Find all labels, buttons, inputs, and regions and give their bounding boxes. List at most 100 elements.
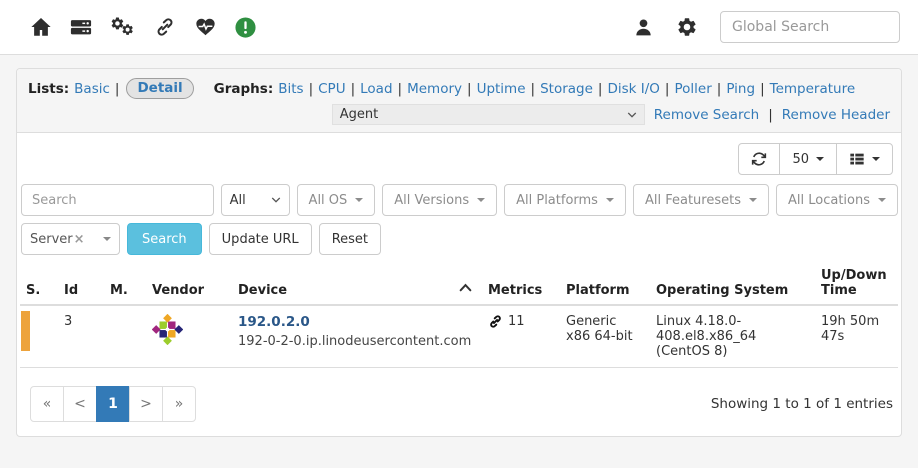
pager: « < 1 > » <box>30 386 196 422</box>
table-toolbar: 50 <box>20 143 893 175</box>
sort-asc-icon[interactable] <box>459 281 472 296</box>
chevron-down-icon <box>271 196 281 204</box>
metrics-link-icon[interactable] <box>488 314 503 329</box>
filter-row-2: Server× Search Update URL Reset <box>21 223 898 255</box>
maintenance-cell <box>102 305 144 368</box>
remove-header-link[interactable]: Remove Header <box>782 107 890 123</box>
services-cogs-icon[interactable] <box>110 16 136 38</box>
toolbar-button-group: 50 <box>738 143 893 175</box>
col-header-platform[interactable]: Platform <box>558 262 648 305</box>
status-warning-bar <box>21 311 30 351</box>
settings-gear-icon[interactable] <box>676 16 698 38</box>
caret-down-icon <box>477 198 485 202</box>
col-header-vendor[interactable]: Vendor <box>144 262 230 305</box>
pagination-row: « < 1 > » Showing 1 to 1 of 1 entries <box>30 386 893 422</box>
col-header-metrics[interactable]: Metrics <box>480 262 558 305</box>
graphs-label: Graphs: <box>214 81 274 97</box>
metrics-count[interactable]: 11 <box>508 314 525 329</box>
global-search-input[interactable] <box>720 11 900 43</box>
devices-table: S. Id M. Vendor Device Metrics Platform … <box>20 262 898 368</box>
devices-rack-icon[interactable] <box>69 16 93 38</box>
col-header-updown[interactable]: Up/Down Time <box>813 262 898 305</box>
metrics-cell: 11 <box>480 305 558 368</box>
graph-link-poller[interactable]: Poller <box>674 81 711 97</box>
platforms-filter-dropdown[interactable]: All Platforms <box>504 184 626 216</box>
lists-label: Lists: <box>28 81 69 97</box>
panel-body: 50 All All OS <box>17 133 901 436</box>
reset-button[interactable]: Reset <box>319 223 381 255</box>
graph-link-uptime[interactable]: Uptime <box>477 81 526 97</box>
col-header-os[interactable]: Operating System <box>648 262 813 305</box>
centos-logo-icon <box>152 314 183 345</box>
column-layout-dropdown[interactable] <box>836 143 893 175</box>
device-group-select[interactable]: Server× <box>21 223 120 255</box>
versions-filter-dropdown[interactable]: All Versions <box>382 184 497 216</box>
page-next-button[interactable]: > <box>129 386 163 422</box>
col-header-status[interactable]: S. <box>20 262 56 305</box>
locations-filter-dropdown[interactable]: All Locations <box>776 184 898 216</box>
os-cell: Linux 4.18.0-408.el8.x86_64 (CentOS 8) <box>648 305 813 368</box>
top-navbar <box>0 0 918 55</box>
graph-link-cpu[interactable]: CPU <box>318 81 345 97</box>
platform-cell: Generic x86 64-bit <box>558 305 648 368</box>
featuresets-filter-dropdown[interactable]: All Featuresets <box>633 184 769 216</box>
caret-down-icon <box>749 198 757 202</box>
graph-link-bits[interactable]: Bits <box>278 81 303 97</box>
caret-down-icon <box>816 157 824 161</box>
uptime-cell: 19h 50m 47s <box>813 305 898 368</box>
device-link[interactable]: 192.0.2.0 <box>238 314 472 330</box>
home-icon[interactable] <box>30 16 52 38</box>
page-first-button[interactable]: « <box>30 386 64 422</box>
search-input[interactable] <box>21 184 214 216</box>
filter-row-1: All All OS All Versions All Platforms Al… <box>21 184 898 216</box>
user-icon[interactable] <box>633 17 654 38</box>
list-link-basic[interactable]: Basic <box>74 81 110 97</box>
type-select[interactable]: All <box>221 184 290 216</box>
remove-search-link[interactable]: Remove Search <box>654 107 759 123</box>
update-url-button[interactable]: Update URL <box>209 223 312 255</box>
page-last-button[interactable]: » <box>162 386 196 422</box>
panel-heading: Lists: Basic | Detail Graphs: Bits| CPU|… <box>17 69 901 133</box>
status-cell <box>20 305 56 368</box>
navbar-right <box>633 11 900 43</box>
page-prev-button[interactable]: < <box>63 386 97 422</box>
caret-down-icon <box>606 198 614 202</box>
col-header-maintenance[interactable]: M. <box>102 262 144 305</box>
list-link-detail-active[interactable]: Detail <box>126 78 193 99</box>
os-filter-dropdown[interactable]: All OS <box>297 184 376 216</box>
navbar-left-icons <box>30 16 257 39</box>
graph-link-ping[interactable]: Ping <box>726 81 755 97</box>
graph-link-load[interactable]: Load <box>360 81 392 97</box>
caret-down-icon <box>878 198 886 202</box>
graph-link-memory[interactable]: Memory <box>407 81 462 97</box>
alerts-icon[interactable] <box>234 16 257 39</box>
devices-panel: Lists: Basic | Detail Graphs: Bits| CPU|… <box>16 68 902 437</box>
device-cell: 192.0.2.0 192-0-2-0.ip.linodeusercontent… <box>230 305 480 368</box>
graph-link-diskio[interactable]: Disk I/O <box>607 81 659 97</box>
chevron-down-icon <box>627 111 637 119</box>
device-hostname: 192-0-2-0.ip.linodeusercontent.com <box>238 334 472 349</box>
col-header-device[interactable]: Device <box>230 262 480 305</box>
page-size-dropdown[interactable]: 50 <box>779 143 837 175</box>
col-header-id[interactable]: Id <box>56 262 102 305</box>
agent-filter-row: Agent Remove Search | Remove Header <box>28 104 890 125</box>
caret-down-icon <box>103 237 111 241</box>
ports-link-icon[interactable] <box>153 16 177 38</box>
device-row: 3 <box>20 305 898 368</box>
entries-summary: Showing 1 to 1 of 1 entries <box>711 396 893 412</box>
lists-graphs-row: Lists: Basic | Detail Graphs: Bits| CPU|… <box>28 78 890 99</box>
agent-select[interactable]: Agent <box>332 104 645 125</box>
table-header-row: S. Id M. Vendor Device Metrics Platform … <box>20 262 898 305</box>
group-tag: Server <box>30 232 73 247</box>
id-cell: 3 <box>56 305 102 368</box>
graph-link-storage[interactable]: Storage <box>540 81 593 97</box>
caret-down-icon <box>872 157 880 161</box>
remove-tag-icon[interactable]: × <box>74 232 85 247</box>
refresh-button[interactable] <box>738 143 780 175</box>
graph-link-temperature[interactable]: Temperature <box>770 81 856 97</box>
health-heartbeat-icon[interactable] <box>194 16 217 38</box>
caret-down-icon <box>355 198 363 202</box>
page-1-button[interactable]: 1 <box>96 386 130 422</box>
list-columns-icon <box>849 151 865 167</box>
search-button[interactable]: Search <box>127 223 202 255</box>
